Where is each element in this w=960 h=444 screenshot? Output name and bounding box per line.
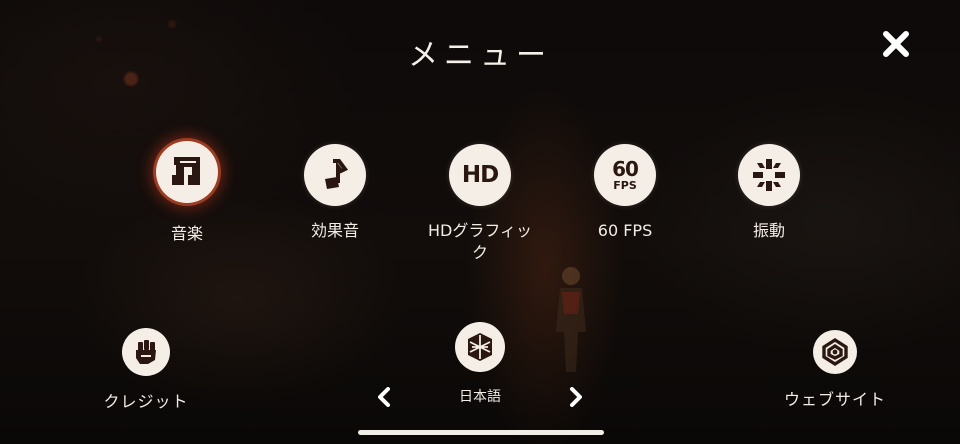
website-button[interactable]: ウェブサイト: [776, 330, 894, 410]
music-note-icon: [172, 157, 200, 185]
website-icon: [822, 337, 848, 367]
option-vibration[interactable]: 振動: [704, 144, 834, 242]
fps-toggle-badge[interactable]: 60 FPS: [594, 144, 656, 206]
option-label: 効果音: [310, 221, 359, 240]
hd-icon: HD: [461, 162, 499, 188]
option-music[interactable]: 音楽: [122, 141, 252, 245]
globe-icon: [468, 333, 492, 361]
close-button[interactable]: [878, 26, 914, 62]
sfx-toggle-badge[interactable]: [304, 144, 366, 206]
credits-badge[interactable]: [122, 328, 170, 376]
credits-label: クレジット: [103, 392, 189, 411]
option-label: 音楽: [170, 224, 203, 243]
language-label: 日本語: [459, 389, 501, 405]
option-hd-graphics[interactable]: HD HDグラフィック: [415, 144, 545, 264]
language-row: 日本語: [370, 384, 590, 410]
language-prev-button[interactable]: [372, 384, 396, 410]
music-toggle-badge[interactable]: [156, 141, 218, 203]
website-badge[interactable]: [813, 330, 857, 374]
fist-icon: [136, 340, 156, 364]
fps-icon-unit: FPS: [613, 179, 637, 192]
vibration-icon: [753, 159, 785, 191]
language-next-button[interactable]: [564, 384, 588, 410]
fps-icon-number: 60: [612, 157, 639, 181]
option-label: 振動: [752, 221, 785, 240]
hd-toggle-badge[interactable]: HD: [449, 144, 511, 206]
chevron-left-icon: [378, 387, 390, 407]
fps-icon: 60 FPS: [612, 157, 639, 192]
credits-button[interactable]: クレジット: [92, 328, 200, 412]
chevron-right-icon: [570, 387, 582, 407]
language-selector: 日本語: [370, 322, 590, 410]
ember-particle: [168, 20, 176, 28]
option-sound-effects[interactable]: 効果音: [270, 144, 400, 242]
website-label: ウェブサイト: [783, 390, 886, 409]
close-icon: [883, 31, 909, 57]
note-icon: [325, 159, 349, 189]
home-indicator[interactable]: [358, 430, 604, 435]
vibration-toggle-badge[interactable]: [738, 144, 800, 206]
ember-particle: [124, 72, 138, 86]
language-badge[interactable]: [455, 322, 505, 372]
option-60-fps[interactable]: 60 FPS 60 FPS: [560, 144, 690, 242]
option-label: 60 FPS: [597, 221, 653, 240]
menu-title: メニュー: [408, 38, 552, 73]
option-label: HDグラフィック: [427, 221, 533, 262]
